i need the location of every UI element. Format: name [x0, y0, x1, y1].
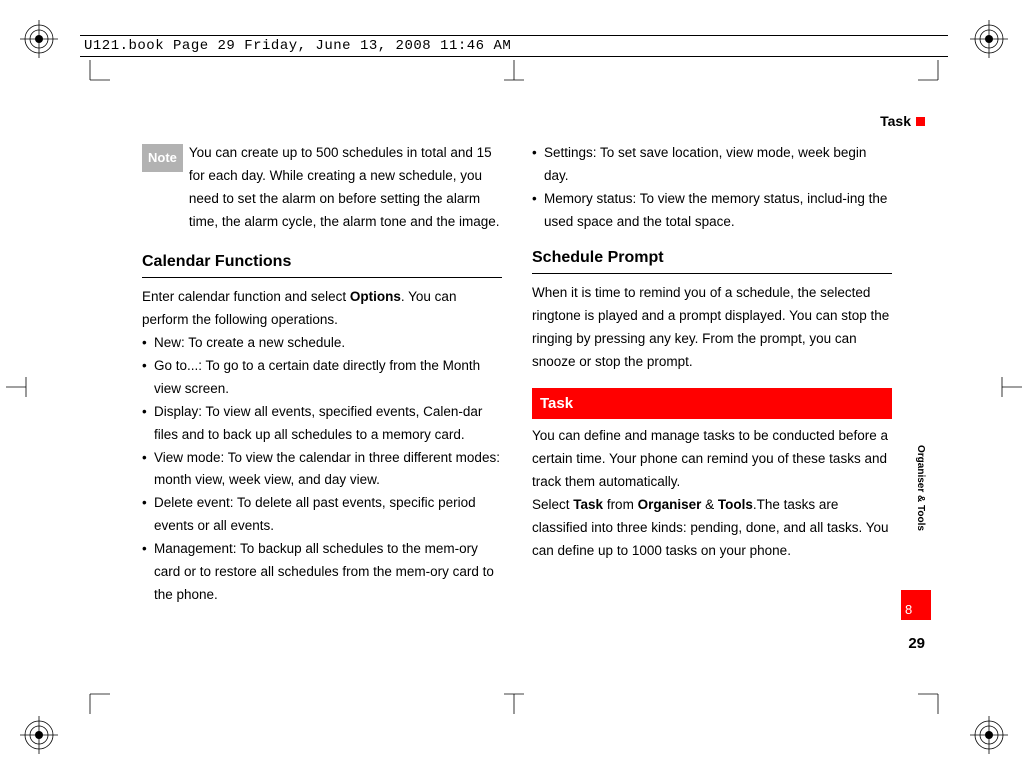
crop-mark-icon [6, 367, 46, 407]
text: & [701, 497, 718, 512]
task-section-banner: Task [532, 388, 892, 420]
text-bold: Options [350, 289, 401, 304]
list-item: Delete event: To delete all past events,… [142, 492, 502, 538]
crop-mark-icon [494, 60, 534, 100]
task-paragraph-1: You can define and manage tasks to be co… [532, 425, 892, 494]
text: Select [532, 497, 573, 512]
right-column: Settings: To set save location, view mod… [532, 142, 892, 607]
crop-mark-icon [918, 674, 958, 714]
section-square-icon [916, 117, 925, 126]
crop-mark-icon [70, 674, 110, 714]
calendar-functions-heading: Calendar Functions [142, 248, 502, 278]
text: Enter calendar function and select [142, 289, 350, 304]
text-bold: Tools [718, 497, 753, 512]
list-item: Memory status: To view the memory status… [532, 188, 892, 234]
crop-mark-icon [494, 674, 534, 714]
list-item: Settings: To set save location, view mod… [532, 142, 892, 188]
text-bold: Task [573, 497, 603, 512]
list-item: New: To create a new schedule. [142, 332, 502, 355]
registration-mark-icon [20, 20, 58, 58]
note-box: Note You can create up to 500 schedules … [142, 142, 502, 234]
text: from [603, 497, 638, 512]
left-column: Note You can create up to 500 schedules … [142, 142, 502, 607]
list-item: View mode: To view the calendar in three… [142, 447, 502, 493]
body-columns: Note You can create up to 500 schedules … [142, 142, 892, 607]
list-item: Display: To view all events, specified e… [142, 401, 502, 447]
chapter-number: 8 [905, 602, 912, 617]
text-bold: Organiser [638, 497, 702, 512]
chapter-tab: 8 [901, 590, 931, 620]
registration-mark-icon [970, 716, 1008, 754]
schedule-prompt-body: When it is time to remind you of a sched… [532, 282, 892, 374]
list-item: Go to...: To go to a certain date direct… [142, 355, 502, 401]
task-paragraph-2: Select Task from Organiser & Tools.The t… [532, 494, 892, 563]
side-section-label: Organiser & Tools [915, 445, 926, 531]
crop-mark-icon [918, 60, 958, 100]
schedule-prompt-heading: Schedule Prompt [532, 244, 892, 274]
calendar-bullet-list: New: To create a new schedule. Go to...:… [142, 332, 502, 607]
header-text: U121.book Page 29 Friday, June 13, 2008 … [84, 38, 511, 54]
calendar-intro: Enter calendar function and select Optio… [142, 286, 502, 332]
list-item: Management: To backup all schedules to t… [142, 538, 502, 607]
note-label: Note [142, 144, 183, 172]
registration-mark-icon [20, 716, 58, 754]
continued-bullet-list: Settings: To set save location, view mod… [532, 142, 892, 234]
crop-mark-icon [982, 367, 1022, 407]
note-body: You can create up to 500 schedules in to… [189, 142, 502, 234]
running-header-text: Task [880, 113, 911, 129]
crop-mark-icon [70, 60, 110, 100]
running-header: Task [880, 113, 925, 129]
registration-mark-icon [970, 20, 1008, 58]
page-number: 29 [908, 635, 925, 652]
framemaker-header: U121.book Page 29 Friday, June 13, 2008 … [80, 35, 948, 57]
